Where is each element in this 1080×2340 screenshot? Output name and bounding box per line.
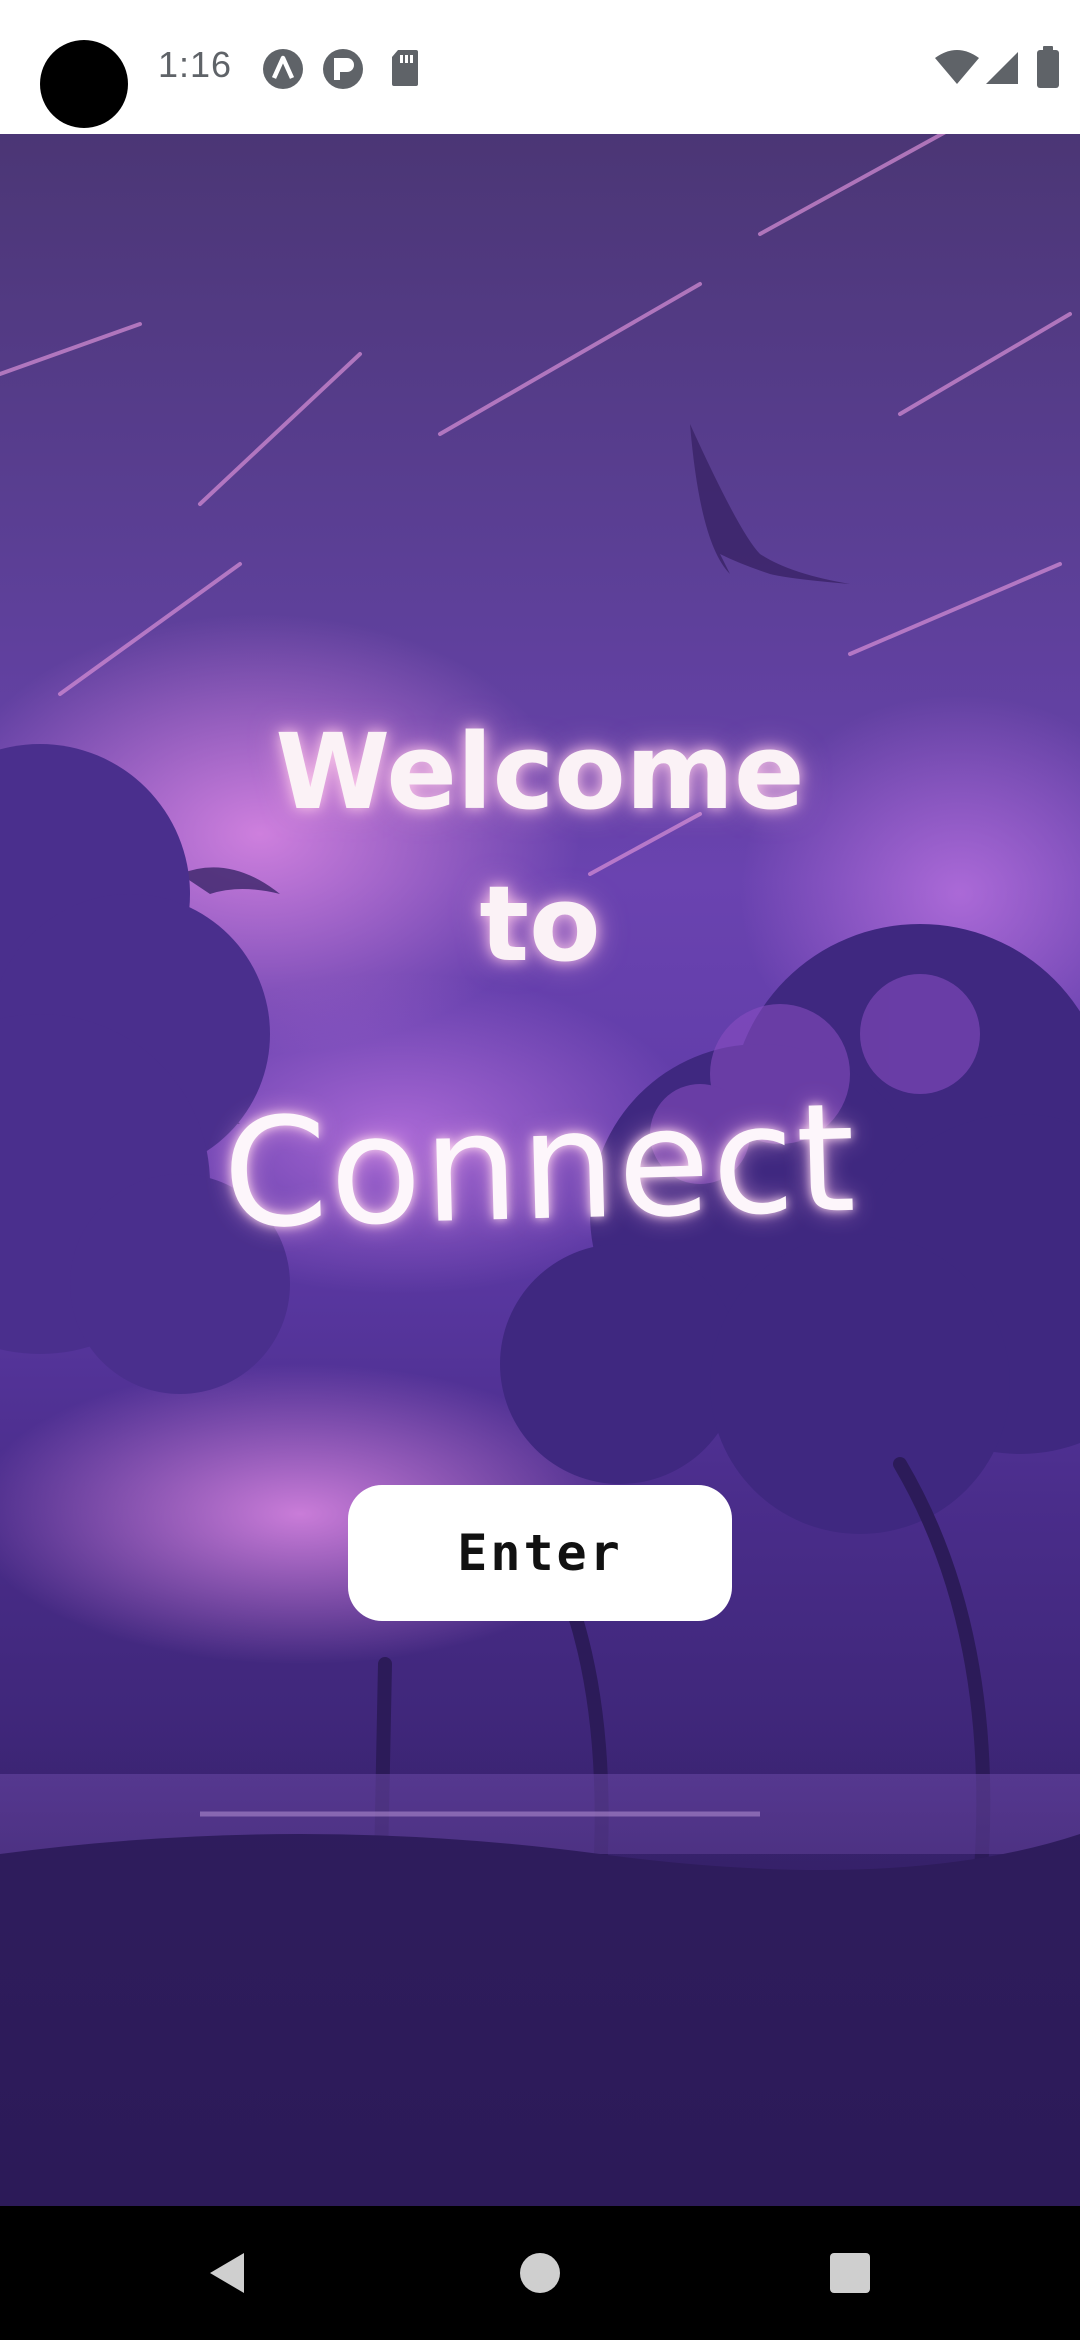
welcome-line: Welcome (275, 711, 805, 833)
wifi-icon (934, 50, 980, 86)
screen: 1:16 Welcome to Connect Enter (0, 0, 1080, 2340)
welcome-screen: Welcome to Connect Enter (0, 134, 1080, 2206)
status-bar: 1:16 (0, 0, 1080, 134)
sd-card-icon (390, 48, 420, 88)
camera-cutout (40, 40, 128, 128)
back-icon[interactable] (166, 2206, 286, 2340)
recents-icon[interactable] (790, 2206, 910, 2340)
battery-icon (1036, 46, 1060, 88)
enter-button[interactable]: Enter (348, 1485, 732, 1621)
app-name-connect: Connect (220, 1071, 860, 1263)
p-badge-icon (322, 48, 364, 90)
status-time: 1:16 (158, 44, 233, 85)
cell-signal-icon (984, 50, 1020, 86)
home-icon[interactable] (480, 2206, 600, 2340)
a-badge-icon (262, 48, 304, 90)
welcome-heading: Welcome to (0, 696, 1080, 1000)
navigation-bar (0, 2206, 1080, 2340)
to-line: to (479, 863, 601, 985)
